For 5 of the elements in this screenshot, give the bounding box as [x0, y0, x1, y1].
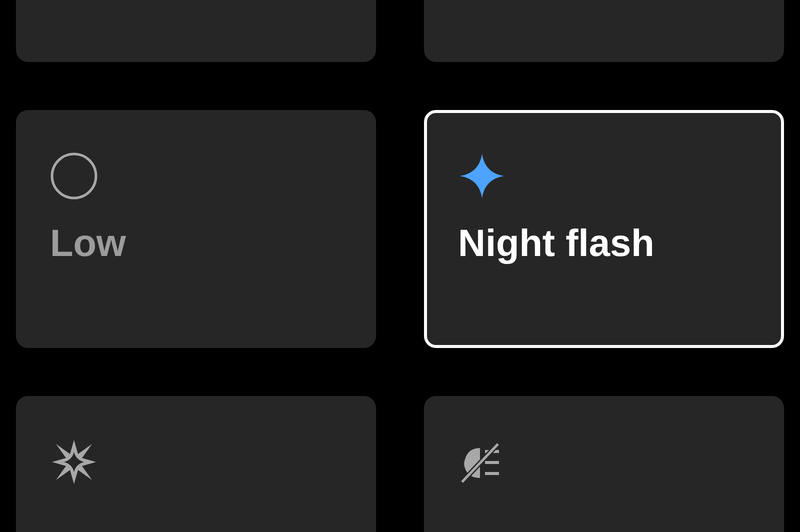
sparkle-icon: [458, 152, 506, 200]
option-tile[interactable]: Low: [16, 110, 376, 348]
circle-icon: [50, 152, 98, 200]
option-tile[interactable]: Night flash: [424, 110, 784, 348]
burst-icon: [50, 438, 98, 486]
